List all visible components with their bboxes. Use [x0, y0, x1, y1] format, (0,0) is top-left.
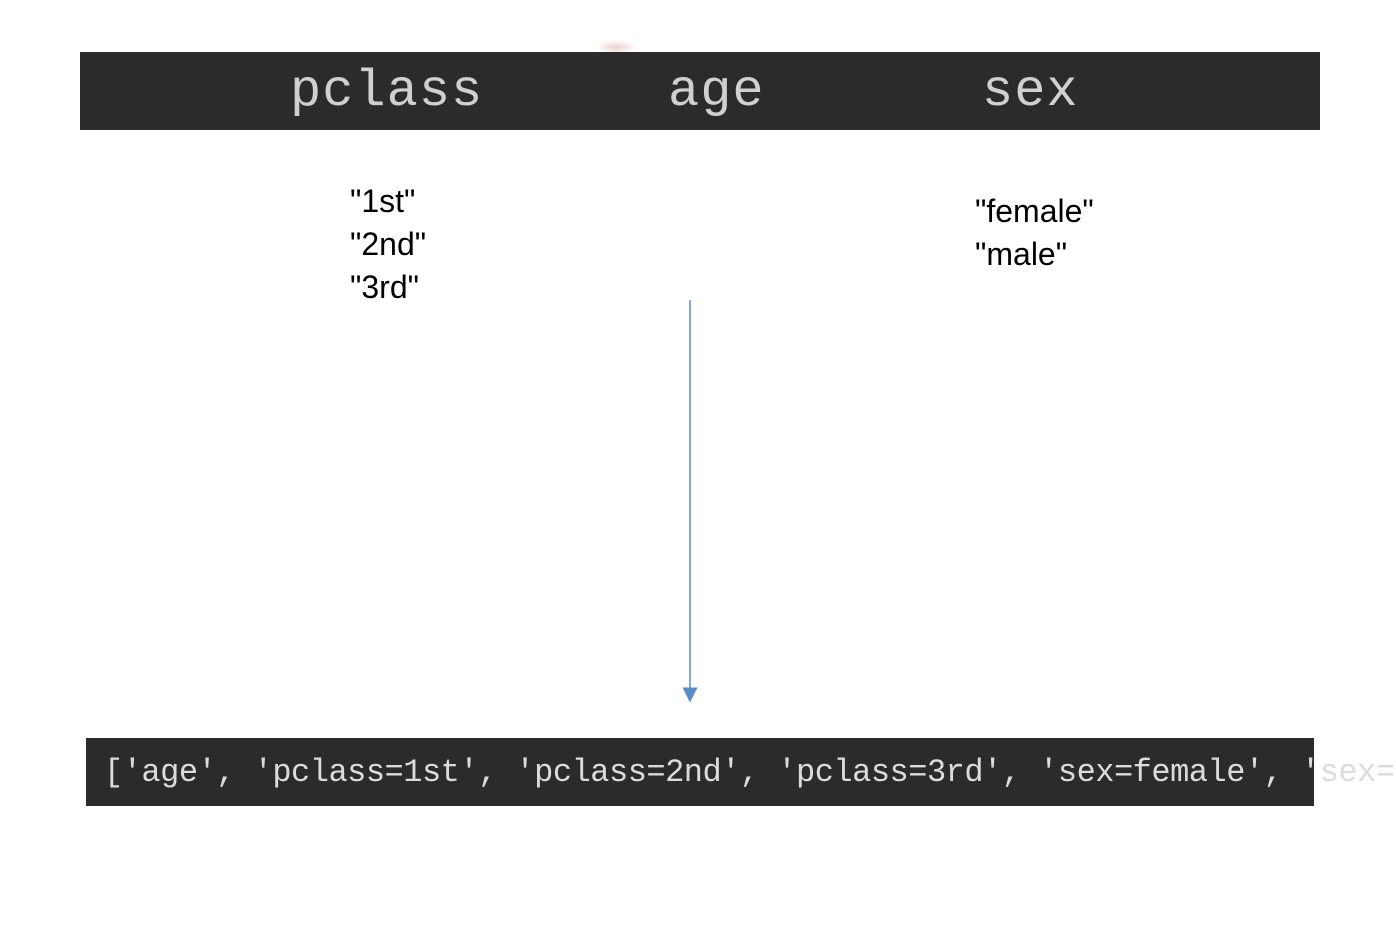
pclass-values-list: "1st" "2nd" "3rd"	[350, 180, 426, 310]
output-bar: ['age', 'pclass=1st', 'pclass=2nd', 'pcl…	[86, 738, 1314, 806]
column-header-bar: pclass age sex	[80, 52, 1320, 130]
diagram-canvas: pclass age sex "1st" "2nd" "3rd" "female…	[80, 40, 1320, 890]
header-column-age: age	[668, 62, 765, 121]
pclass-value: "2nd"	[350, 223, 426, 266]
pclass-value: "3rd"	[350, 266, 426, 309]
sex-value: "female"	[975, 190, 1094, 233]
header-column-pclass: pclass	[290, 62, 483, 121]
sex-values-list: "female" "male"	[975, 190, 1094, 276]
output-text: ['age', 'pclass=1st', 'pclass=2nd', 'pcl…	[104, 754, 1396, 791]
header-column-sex: sex	[982, 62, 1079, 121]
arrow-down-icon	[670, 300, 710, 710]
pclass-value: "1st"	[350, 180, 426, 223]
sex-value: "male"	[975, 233, 1094, 276]
